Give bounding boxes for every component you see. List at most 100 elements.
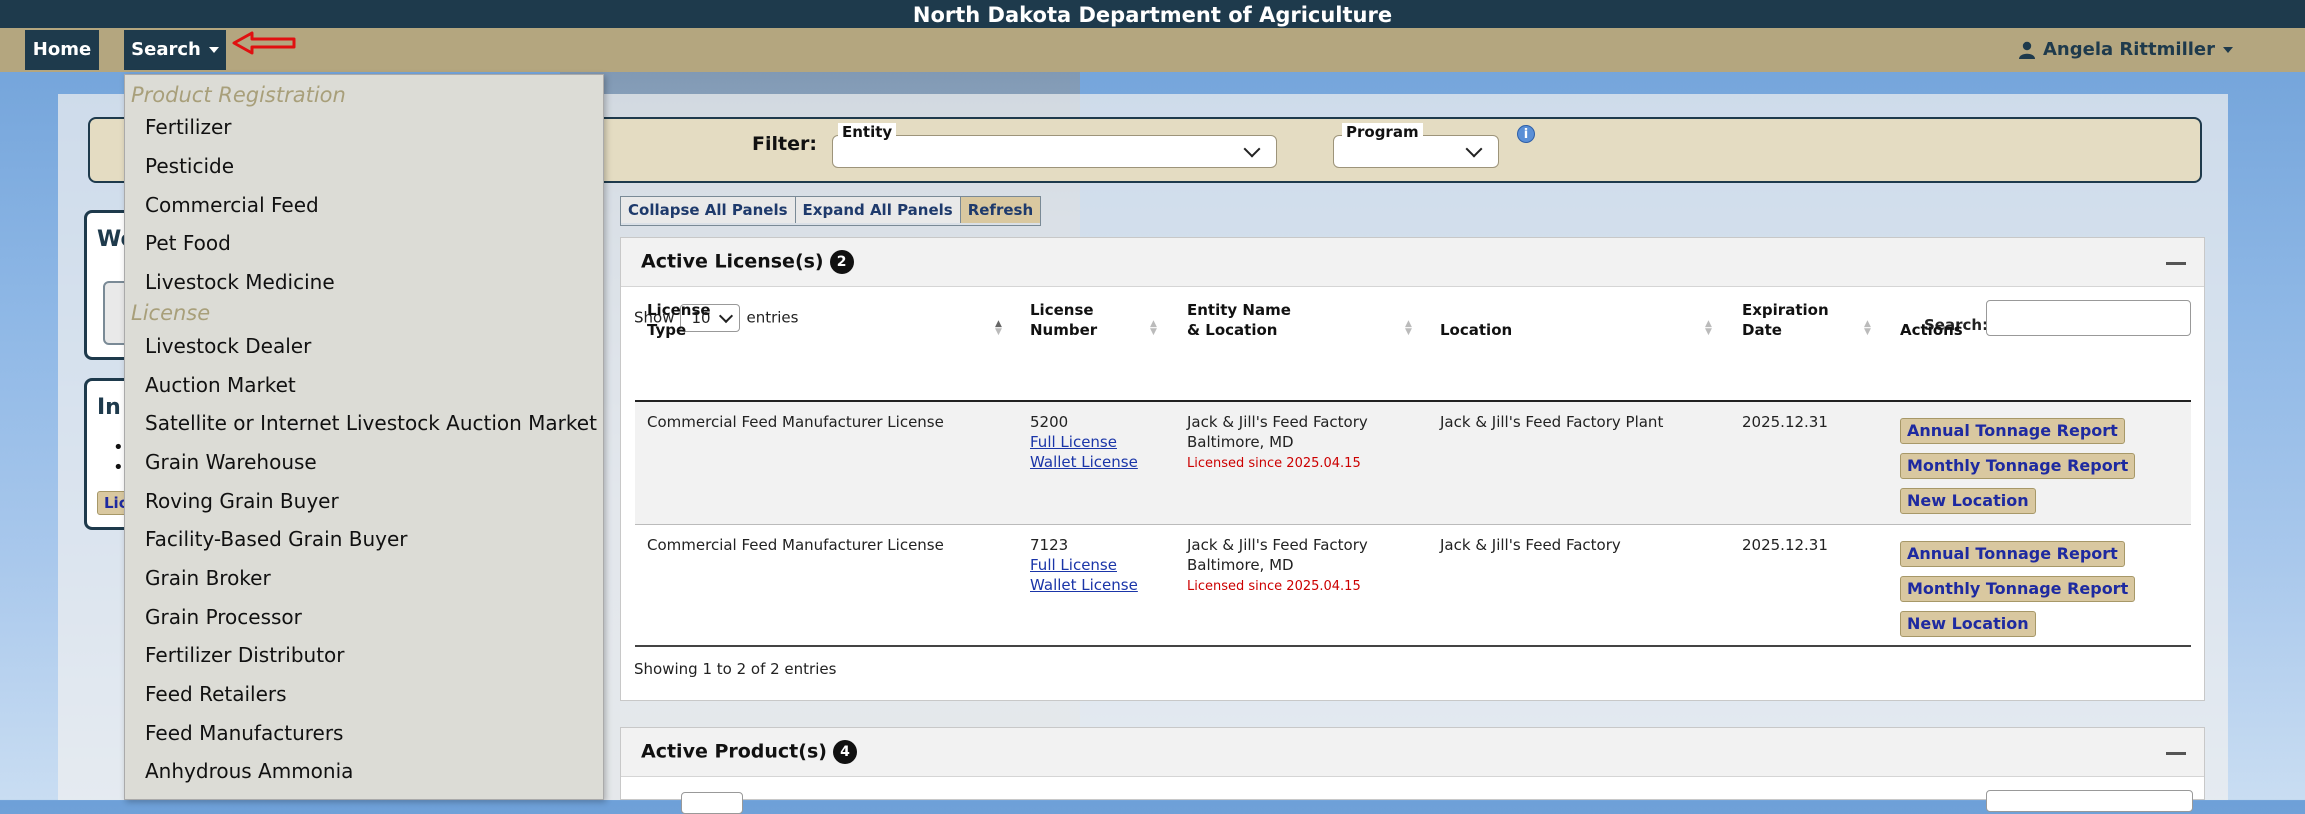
sort-icon: ▲ ▼ <box>995 319 1002 337</box>
search-nav-button[interactable]: Search <box>124 30 226 70</box>
entity-select[interactable] <box>832 135 1277 168</box>
info-bullet: • <box>113 457 124 478</box>
menu-item-anhydrous-ammonia[interactable]: Anhydrous Ammonia <box>145 759 353 783</box>
refresh-button[interactable]: Refresh <box>960 197 1041 223</box>
menu-item-feed-manufacturers[interactable]: Feed Manufacturers <box>145 721 343 745</box>
wallet-license-link[interactable]: Wallet License <box>1030 576 1138 594</box>
entity-city: Baltimore, MD <box>1187 556 1294 574</box>
collapse-panel-icon[interactable] <box>2166 262 2186 265</box>
user-menu[interactable]: Angela Rittmiller <box>2018 28 2233 72</box>
monthly-tonnage-report-button[interactable]: Monthly Tonnage Report <box>1900 576 2136 602</box>
expiration-cell: 2025.12.31 <box>1742 413 1828 431</box>
user-icon <box>2018 41 2035 59</box>
col-header-line: Entity Name <box>1187 301 1291 319</box>
license-number: 7123 <box>1030 536 1069 554</box>
menu-item-pesticide[interactable]: Pesticide <box>145 154 234 178</box>
active-licenses-header: Active License(s) 2 <box>621 238 2204 287</box>
full-license-link[interactable]: Full License <box>1030 433 1117 451</box>
col-license-type[interactable]: License Type <box>647 300 711 340</box>
entity-legend: Entity <box>838 123 897 141</box>
product-search-input[interactable] <box>1986 790 2193 812</box>
search-nav-label: Search <box>131 39 201 60</box>
menu-item-livestock-medicine[interactable]: Livestock Medicine <box>145 270 335 294</box>
home-nav-button[interactable]: Home <box>25 30 99 70</box>
col-header-line: Number <box>1030 321 1098 339</box>
col-entity-name[interactable]: Entity Name & Location <box>1187 300 1291 340</box>
sort-icon: ▲ ▼ <box>1150 319 1157 337</box>
menu-item-livestock-dealer[interactable]: Livestock Dealer <box>145 334 311 358</box>
sort-icon: ▲ ▼ <box>1705 319 1712 337</box>
menu-item-fertilizer[interactable]: Fertilizer <box>145 115 231 139</box>
chevron-down-icon <box>1465 140 1483 158</box>
col-location[interactable]: Location <box>1440 320 1512 340</box>
active-licenses-title-text: Active License(s) <box>641 250 824 273</box>
product-count-badge: 4 <box>832 740 857 764</box>
licensed-since: Licensed since 2025.04.15 <box>1187 579 1361 594</box>
red-arrow-annotation-icon <box>232 31 296 55</box>
menu-item-pet-food[interactable]: Pet Food <box>145 231 231 255</box>
actions-cell: Annual Tonnage Report Monthly Tonnage Re… <box>1900 418 2136 523</box>
active-products-title-text: Active Product(s) <box>641 740 827 763</box>
info-icon[interactable]: i <box>1517 125 1535 143</box>
main-navbar <box>0 28 2305 72</box>
menu-item-grain-broker[interactable]: Grain Broker <box>145 566 271 590</box>
annual-tonnage-report-button[interactable]: Annual Tonnage Report <box>1900 418 2125 444</box>
chevron-down-icon <box>719 308 734 324</box>
menu-item-feed-retailers[interactable]: Feed Retailers <box>145 682 287 706</box>
page-size-select[interactable] <box>681 792 743 814</box>
location-cell: Jack & Jill's Feed Factory Plant <box>1440 413 1664 431</box>
location-cell: Jack & Jill's Feed Factory <box>1440 536 1621 554</box>
info-bullet: • <box>113 437 124 458</box>
expand-all-panels-button[interactable]: Expand All Panels <box>795 197 961 223</box>
expiration-cell: 2025.12.31 <box>1742 536 1828 554</box>
entity-name: Jack & Jill's Feed Factory <box>1187 413 1368 431</box>
menu-item-grain-warehouse[interactable]: Grain Warehouse <box>145 450 317 474</box>
entity-name: Jack & Jill's Feed Factory <box>1187 536 1368 554</box>
user-name: Angela Rittmiller <box>2042 39 2215 60</box>
sort-icon: ▲ ▼ <box>1405 319 1412 337</box>
col-header-line: Date <box>1742 321 1782 339</box>
new-location-button[interactable]: New Location <box>1900 488 2036 514</box>
entity-city: Baltimore, MD <box>1187 433 1294 451</box>
menu-item-grain-processor[interactable]: Grain Processor <box>145 605 302 629</box>
menu-item-fertilizer-distributor[interactable]: Fertilizer Distributor <box>145 643 345 667</box>
new-location-button[interactable]: New Location <box>1900 611 2036 637</box>
menu-item-auction-market[interactable]: Auction Market <box>145 373 296 397</box>
col-license-number[interactable]: License Number <box>1030 300 1097 340</box>
menu-item-roving-grain-buyer[interactable]: Roving Grain Buyer <box>145 489 339 513</box>
caret-down-icon <box>208 47 219 53</box>
active-licenses-panel: Active License(s) 2 Show 10 entries Search:… <box>620 237 2205 701</box>
entries-label: entries <box>746 308 799 327</box>
sort-icon: ▲ ▼ <box>1864 319 1871 337</box>
monthly-tonnage-report-button[interactable]: Monthly Tonnage Report <box>1900 453 2136 479</box>
license-search-input[interactable] <box>1986 300 2191 336</box>
col-expiration-date[interactable]: Expiration Date <box>1742 300 1829 340</box>
col-header-line: Expiration <box>1742 301 1829 319</box>
search-dropdown-menu: Product Registration Fertilizer Pesticid… <box>124 74 604 800</box>
full-license-link[interactable]: Full License <box>1030 556 1117 574</box>
menu-item-commercial-feed[interactable]: Commercial Feed <box>145 193 319 217</box>
table-row: Commercial Feed Manufacturer License 712… <box>635 525 2191 647</box>
active-products-panel: Active Product(s) 4 <box>620 727 2205 814</box>
active-licenses-title: Active License(s) 2 <box>641 250 854 274</box>
annual-tonnage-report-button[interactable]: Annual Tonnage Report <box>1900 541 2125 567</box>
collapse-all-panels-button[interactable]: Collapse All Panels <box>621 197 796 223</box>
dropdown-header-license: License <box>131 301 211 325</box>
license-type-cell: Commercial Feed Manufacturer License <box>647 536 944 554</box>
license-number-cell: 5200 Full License Wallet License <box>1030 412 1138 472</box>
chevron-down-icon <box>1243 140 1261 158</box>
wallet-license-link[interactable]: Wallet License <box>1030 453 1138 471</box>
col-header-line: License <box>647 301 711 319</box>
menu-item-facility-based-grain-buyer[interactable]: Facility-Based Grain Buyer <box>145 527 408 551</box>
license-number-cell: 7123 Full License Wallet License <box>1030 535 1138 595</box>
active-products-title: Active Product(s) 4 <box>641 740 857 764</box>
panel-toolbar: Collapse All Panels Expand All Panels Re… <box>620 196 1042 226</box>
table-row: Commercial Feed Manufacturer License 520… <box>635 402 2191 524</box>
program-legend: Program <box>1342 123 1423 141</box>
collapse-panel-icon[interactable] <box>2166 752 2186 755</box>
table-footer-divider <box>635 645 2191 647</box>
entity-cell: Jack & Jill's Feed Factory Baltimore, MD… <box>1187 535 1368 597</box>
caret-down-icon <box>2223 47 2233 53</box>
menu-item-satellite-internet-auction[interactable]: Satellite or Internet Livestock Auction … <box>145 411 597 435</box>
license-count-badge: 2 <box>829 250 854 274</box>
